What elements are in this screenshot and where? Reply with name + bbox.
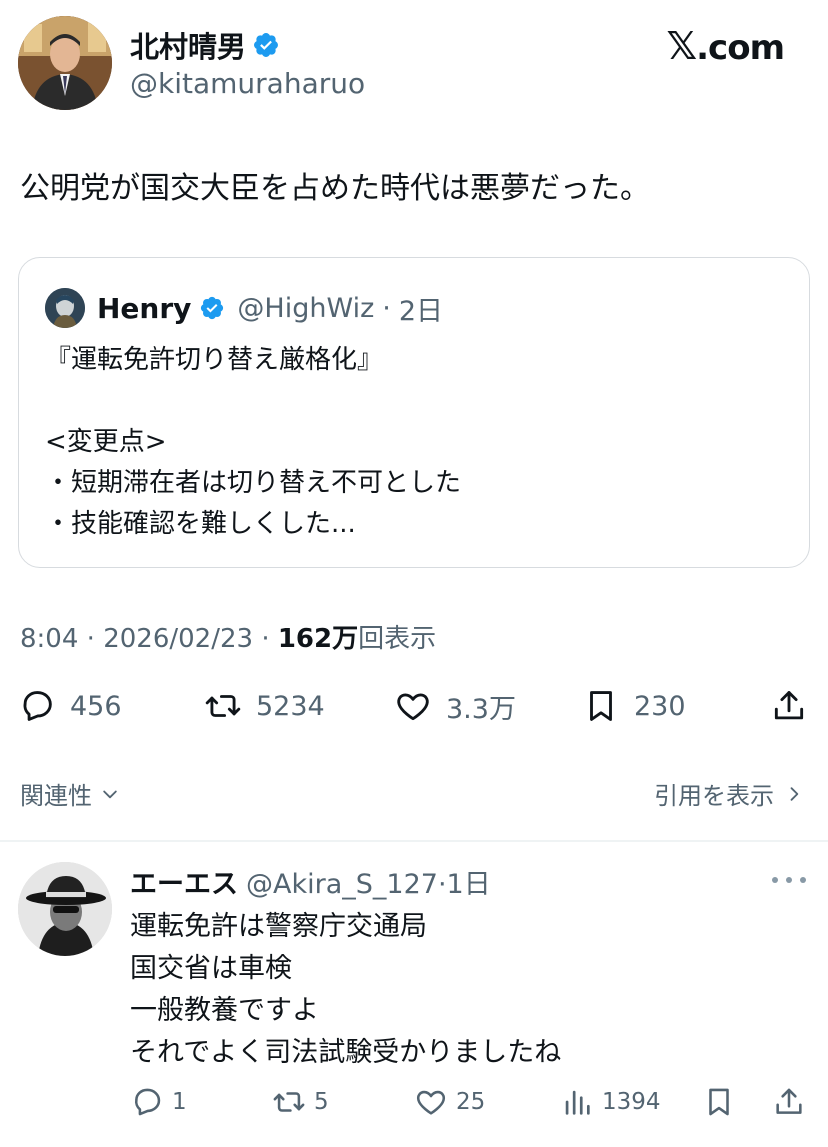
- meta-separator: ·: [86, 624, 95, 654]
- author-name-text: 北村晴男: [130, 30, 247, 64]
- sort-dropdown[interactable]: 関連性: [20, 776, 120, 811]
- repost-icon: [205, 695, 241, 717]
- quoted-author-avatar[interactable]: [45, 288, 85, 328]
- bookmark-button[interactable]: 230: [582, 686, 686, 726]
- verified-badge-icon: [254, 33, 278, 57]
- author-avatar[interactable]: [18, 16, 112, 110]
- quoted-tweet-card[interactable]: Henry @HighWiz · 2日 『運転免許切り替え厳格化』 <変更点> ・短…: [18, 257, 810, 568]
- view-quotes-label: 引用を表示: [654, 782, 774, 810]
- divider: [0, 840, 828, 842]
- reply-author-handle[interactable]: @Akira_S_127: [246, 869, 438, 900]
- verified-badge-icon: [201, 296, 224, 320]
- analytics-icon: [565, 1090, 590, 1115]
- reply-bookmark-button[interactable]: [702, 1084, 736, 1120]
- reply-text-line: 運転免許は警察庁交通局: [130, 911, 427, 942]
- meta-separator: ·: [261, 624, 270, 654]
- reply-repost-count: 5: [314, 1089, 329, 1115]
- quoted-author-handle: @HighWiz: [237, 292, 375, 324]
- reply-text-line: それでよく司法試験受かりましたね: [130, 1037, 562, 1068]
- view-quotes-link[interactable]: 引用を表示: [654, 776, 804, 811]
- like-button[interactable]: 3.3万: [394, 686, 516, 726]
- reply-like-count: 25: [456, 1089, 486, 1115]
- heart-icon: [416, 1090, 446, 1115]
- repost-count: 5234: [256, 690, 325, 722]
- reply-icon: [134, 1088, 161, 1116]
- reply-author-name[interactable]: エーエス: [130, 862, 238, 901]
- quoted-tweet-age: 2日: [398, 295, 444, 327]
- reply-reply-count: 1: [172, 1089, 187, 1115]
- chevron-down-icon: [103, 790, 117, 798]
- reply-like-button[interactable]: 25: [414, 1084, 485, 1120]
- tweet-text: 公明党が国交大臣を占めた時代は悪夢だった。: [20, 171, 650, 206]
- share-button[interactable]: [770, 686, 808, 726]
- reply-reply-button[interactable]: 1: [130, 1084, 187, 1120]
- heart-icon: [397, 693, 429, 721]
- tweet-time: 8:04: [20, 624, 79, 654]
- reply-icon: [23, 691, 52, 721]
- author-name[interactable]: 北村晴男: [130, 24, 280, 66]
- reply-views-count: 1394: [602, 1089, 661, 1115]
- bookmark-icon: [709, 1088, 729, 1116]
- brand-logo: 𝕏.com: [666, 24, 785, 68]
- reply-button[interactable]: 456: [18, 686, 122, 726]
- tweet-meta: 8:04 · 2026/02/23 · 162万回表示: [20, 618, 436, 655]
- reply-share-button[interactable]: [772, 1084, 806, 1120]
- reply-text-line: 国交省は車検: [130, 953, 292, 984]
- reply-author-avatar[interactable]: [18, 862, 112, 956]
- brand-suffix: .com: [696, 28, 785, 68]
- quoted-tweet-header: Henry @HighWiz · 2日: [45, 288, 443, 328]
- bookmark-count: 230: [634, 690, 686, 722]
- view-count-label: 回表示: [358, 624, 437, 654]
- quoted-tweet-text: 『運転免許切り替え厳格化』 <変更点> ・短期滞在者は切り替え不可とした ・技能…: [45, 345, 462, 539]
- reply-age: 1日: [446, 869, 491, 900]
- reply-text-line: 一般教養ですよ: [130, 995, 319, 1026]
- reply-views-button[interactable]: 1394: [560, 1084, 661, 1120]
- like-count: 3.3万: [446, 693, 516, 725]
- reply-repost-button[interactable]: 5: [272, 1084, 329, 1120]
- reply-count: 456: [70, 690, 122, 722]
- repost-button[interactable]: 5234: [204, 686, 325, 726]
- more-options-icon[interactable]: [772, 868, 806, 892]
- repost-icon: [273, 1092, 305, 1112]
- share-icon: [774, 691, 804, 720]
- view-count: 162万: [277, 624, 359, 654]
- author-handle[interactable]: @kitamuraharuo: [130, 67, 365, 100]
- tweet-date[interactable]: 2026/02/23: [103, 624, 253, 654]
- x-logo-icon: 𝕏: [666, 24, 698, 68]
- share-icon: [776, 1088, 802, 1114]
- chevron-right-icon: [790, 786, 799, 801]
- bookmark-icon: [590, 691, 612, 721]
- sort-label: 関連性: [20, 782, 92, 810]
- quoted-author-name: Henry: [97, 291, 192, 325]
- reply-separator: ·: [437, 869, 447, 900]
- reply-header: エーエス @Akira_S_127 · 1日: [130, 862, 491, 901]
- quoted-separator: ·: [382, 292, 391, 324]
